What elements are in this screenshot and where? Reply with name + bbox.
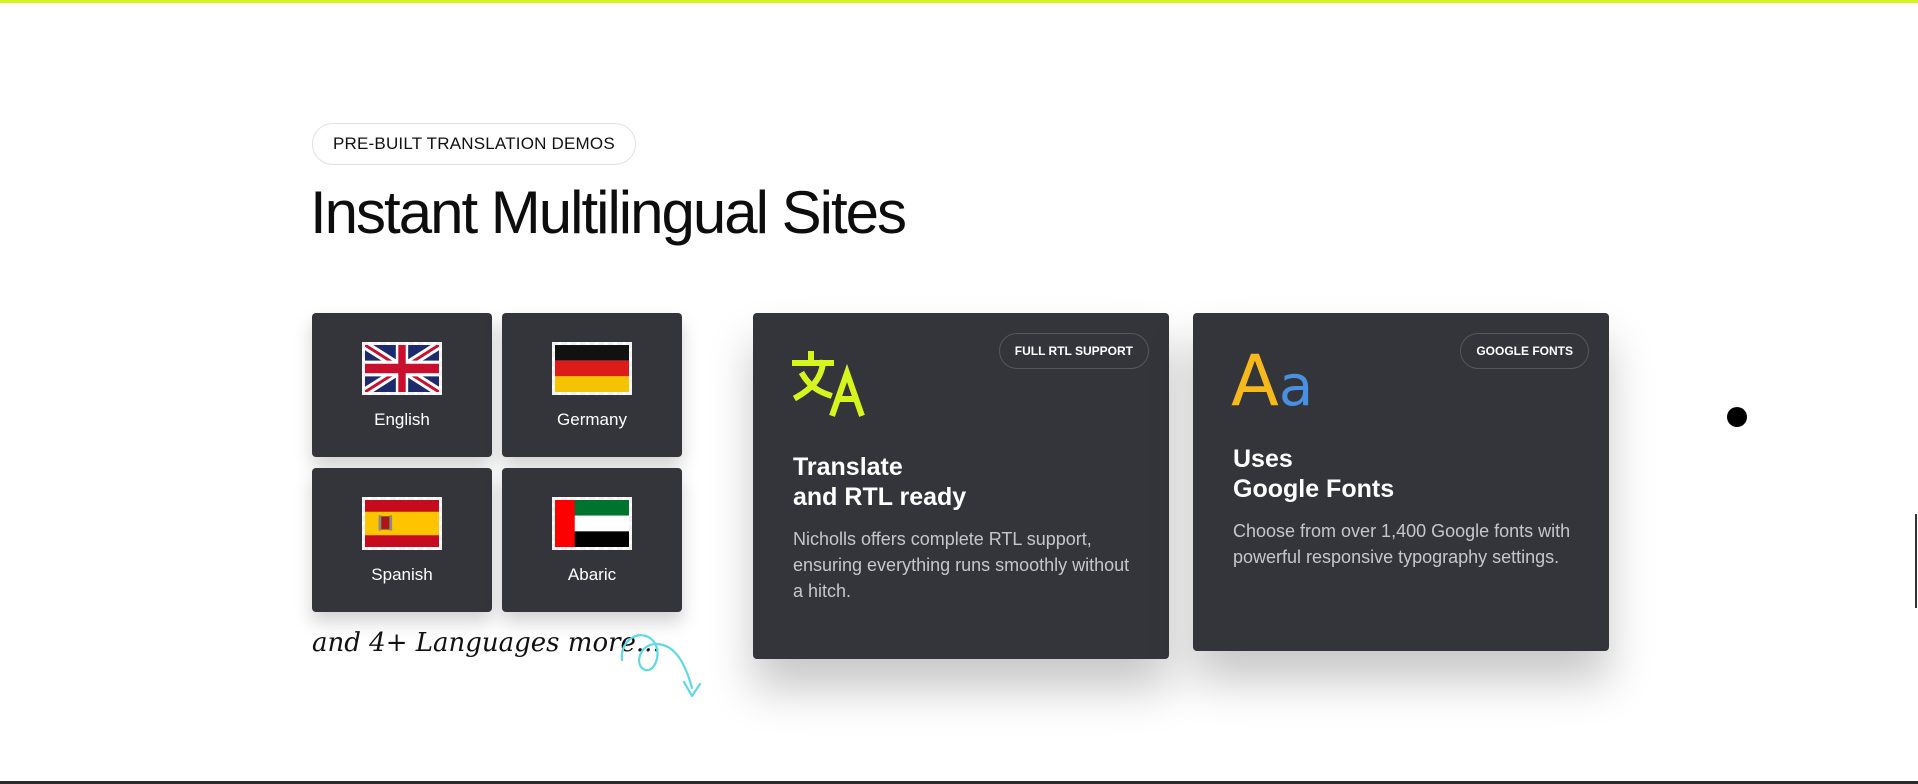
uae-flag-icon xyxy=(552,497,632,550)
language-tile-germany[interactable]: Germany xyxy=(502,313,682,457)
feature-card-rtl: FULL RTL SUPPORT Translate and RTL ready… xyxy=(753,313,1169,659)
spain-flag-icon xyxy=(362,497,442,550)
language-label: English xyxy=(374,410,430,429)
language-tile-abaric[interactable]: Abaric xyxy=(502,468,682,612)
language-label: Germany xyxy=(557,410,627,429)
feature-card-google-fonts: GOOGLE FONTS Aa Uses Google Fonts Choose… xyxy=(1193,313,1609,651)
feature-title-rtl: Translate and RTL ready xyxy=(793,453,967,511)
germany-flag-icon xyxy=(552,342,632,395)
font-aa-icon: Aa xyxy=(1231,340,1314,422)
language-label: Abaric xyxy=(567,565,617,584)
feature-description-rtl: Nicholls offers complete RTL support, en… xyxy=(793,529,1130,601)
feature-description-google-fonts: Choose from over 1,400 Google fonts with… xyxy=(1233,521,1571,567)
section-eyebrow-pill: PRE-BUILT TRANSLATION DEMOS xyxy=(312,123,636,165)
more-languages-note: and 4+ Languages more... xyxy=(312,628,661,658)
rtl-support-badge: FULL RTL SUPPORT xyxy=(998,333,1149,369)
section-title: Instant Multilingual Sites xyxy=(310,179,907,246)
cursor-dot xyxy=(1727,407,1747,427)
language-tile-spanish[interactable]: Spanish xyxy=(312,468,492,612)
language-tile-english[interactable]: English xyxy=(312,313,492,457)
top-accent-bar xyxy=(0,0,1918,3)
feature-title-google-fonts: Uses Google Fonts xyxy=(1233,445,1395,503)
language-label: Spanish xyxy=(371,565,433,584)
scrollbar-thumb[interactable] xyxy=(1915,514,1917,608)
uk-flag-icon xyxy=(362,342,442,395)
google-fonts-badge: GOOGLE FONTS xyxy=(1460,333,1589,369)
translate-icon xyxy=(792,351,865,417)
swirl-arrow-icon xyxy=(620,634,702,698)
